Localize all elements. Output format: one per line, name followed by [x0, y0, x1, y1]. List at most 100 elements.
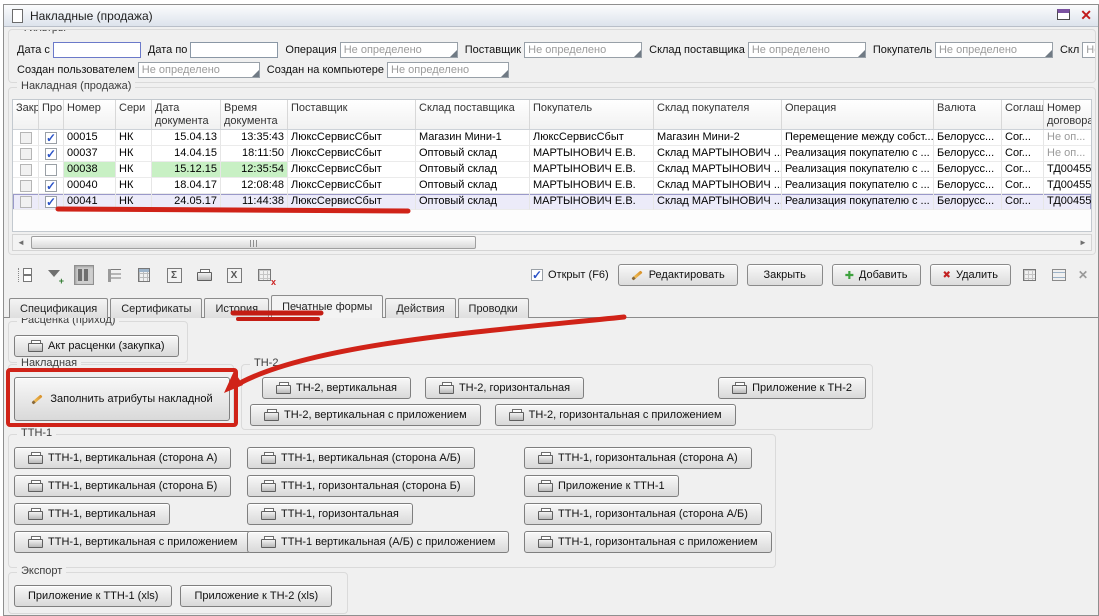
- delete-button[interactable]: ✖Удалить: [930, 264, 1011, 286]
- print-form-button[interactable]: ТТН-1 вертикальная (А/Б) с приложением: [247, 531, 509, 553]
- column-header[interactable]: Склад поставщика: [416, 100, 530, 129]
- combo-field[interactable]: Не определено: [1082, 42, 1096, 58]
- scrollbar-thumb[interactable]: [31, 236, 476, 249]
- date-input[interactable]: [190, 42, 278, 58]
- column-header[interactable]: Валюта: [934, 100, 1002, 129]
- close-button[interactable]: Закрыть: [747, 264, 823, 286]
- posted-checkbox[interactable]: [45, 132, 57, 144]
- details-view-icon[interactable]: [1049, 265, 1069, 285]
- posted-checkbox[interactable]: [45, 148, 57, 160]
- print-form-button[interactable]: ТН-2, вертикальная: [262, 377, 411, 399]
- column-header[interactable]: Покупатель: [530, 100, 654, 129]
- column-header[interactable]: Дата документа: [152, 100, 221, 129]
- column-header[interactable]: Поставщик: [288, 100, 416, 129]
- print-icon[interactable]: [194, 265, 214, 285]
- filter-label: Поставщик: [465, 44, 521, 56]
- closed-checkbox[interactable]: [20, 164, 32, 176]
- tab-certificates[interactable]: Сертификаты: [110, 298, 202, 318]
- invoice-attrs-group-label: Накладная: [17, 357, 81, 369]
- export-excel-icon[interactable]: X: [224, 265, 244, 285]
- combo-field[interactable]: Не определено: [524, 42, 642, 58]
- scroll-right-arrow-icon[interactable]: ►: [1075, 235, 1091, 250]
- column-header[interactable]: Номер договора: [1044, 100, 1092, 129]
- print-form-button[interactable]: ТТН-1, вертикальная (сторона Б): [14, 475, 231, 497]
- restore-button[interactable]: [1057, 7, 1070, 25]
- print-form-button[interactable]: ТН-2, вертикальная с приложением: [250, 404, 481, 426]
- table-row[interactable]: 00038НК15.12.1512:35:54ЛюксСервисСбытОпт…: [13, 162, 1091, 178]
- open-checkbox-wrap[interactable]: Открыт (F6): [531, 269, 609, 281]
- filter-label: Дата с: [17, 44, 50, 56]
- table-row[interactable]: 00015НК15.04.1313:35:43ЛюксСервисСбытМаг…: [13, 130, 1091, 146]
- open-checkbox[interactable]: [531, 269, 543, 281]
- toolbar-buttons: Редактировать Закрыть ✚Добавить ✖Удалить: [618, 264, 1011, 286]
- closed-checkbox[interactable]: [20, 180, 32, 192]
- grid-view-icon[interactable]: [1020, 265, 1040, 285]
- print-form-button[interactable]: ТТН-1, горизонтальная (сторона А): [524, 447, 752, 469]
- combo-field[interactable]: Не определено: [387, 62, 509, 78]
- tab-postings[interactable]: Проводки: [458, 298, 529, 318]
- combo-field[interactable]: Не определено: [935, 42, 1053, 58]
- column-header[interactable]: Склад покупателя: [654, 100, 782, 129]
- edit-button[interactable]: Редактировать: [618, 264, 738, 286]
- combo-field[interactable]: Не определено: [340, 42, 458, 58]
- sum-icon[interactable]: Σ: [164, 265, 184, 285]
- close-button[interactable]: ✕: [1080, 10, 1092, 21]
- combo-field[interactable]: Не определено: [138, 62, 260, 78]
- filter-label: Создан на компьютере: [267, 64, 384, 76]
- remove-table-icon[interactable]: x: [254, 265, 274, 285]
- table-row[interactable]: 00037НК14.04.1518:11:50ЛюксСервисСбытОпт…: [13, 146, 1091, 162]
- print-form-button[interactable]: ТН-2, горизонтальная: [425, 377, 584, 399]
- combo-field[interactable]: Не определено: [748, 42, 866, 58]
- table-cell: Белорусс...: [934, 194, 1002, 210]
- button-label: ТН-2, горизонтальная с приложением: [529, 409, 722, 421]
- column-header[interactable]: Соглаш: [1002, 100, 1044, 129]
- column-header[interactable]: Про: [39, 100, 64, 129]
- closed-checkbox[interactable]: [20, 196, 32, 208]
- horizontal-scrollbar[interactable]: ◄ ►: [12, 234, 1092, 251]
- column-header[interactable]: Закр: [13, 100, 39, 129]
- closed-checkbox[interactable]: [20, 132, 32, 144]
- table-cell: Белорусс...: [934, 146, 1002, 162]
- column-header[interactable]: Время документа: [221, 100, 288, 129]
- print-form-button[interactable]: ТТН-1, горизонтальная (сторона А/Б): [524, 503, 762, 525]
- export-button[interactable]: Приложение к ТН-2 (xls): [180, 585, 332, 607]
- fill-invoice-attributes-button[interactable]: Заполнить атрибуты накладной: [14, 377, 230, 421]
- export-button[interactable]: Приложение к ТТН-1 (xls): [14, 585, 172, 607]
- numbered-list-icon[interactable]: [104, 265, 124, 285]
- print-form-button[interactable]: Приложение к ТН-2: [718, 377, 866, 399]
- add-button[interactable]: ✚Добавить: [832, 264, 921, 286]
- table-row[interactable]: 00041НК24.05.1711:44:38ЛюксСервисСбытОпт…: [13, 194, 1091, 210]
- column-header[interactable]: Номер: [64, 100, 116, 129]
- print-form-button[interactable]: ТТН-1, вертикальная (сторона А/Б): [247, 447, 475, 469]
- calculator-icon[interactable]: [134, 265, 154, 285]
- tab-actions[interactable]: Действия: [385, 298, 455, 318]
- add-filter-icon[interactable]: +: [44, 265, 64, 285]
- act-pricing-button[interactable]: Акт расценки (закупка): [14, 335, 179, 357]
- posted-checkbox[interactable]: [45, 180, 57, 192]
- column-header[interactable]: Операция: [782, 100, 934, 129]
- print-form-button[interactable]: ТТН-1, горизонтальная: [247, 503, 413, 525]
- print-form-button[interactable]: ТТН-1, вертикальная (сторона А): [14, 447, 231, 469]
- posted-checkbox[interactable]: [45, 196, 57, 208]
- closed-checkbox[interactable]: [20, 148, 32, 160]
- posted-checkbox[interactable]: [45, 164, 57, 176]
- close-panel-icon[interactable]: ✕: [1078, 268, 1088, 282]
- print-form-button[interactable]: ТТН-1, вертикальная с приложением: [14, 531, 251, 553]
- columns-icon[interactable]: [74, 265, 94, 285]
- tab-print-forms[interactable]: Печатные формы: [271, 295, 383, 318]
- date-input[interactable]: [53, 42, 141, 58]
- column-header[interactable]: Сери: [116, 100, 152, 129]
- print-form-button[interactable]: Приложение к ТТН-1: [524, 475, 679, 497]
- print-form-button[interactable]: ТТН-1, вертикальная: [14, 503, 170, 525]
- scroll-left-arrow-icon[interactable]: ◄: [13, 235, 29, 250]
- tab-specification[interactable]: Спецификация: [9, 298, 108, 318]
- tab-history[interactable]: История: [204, 298, 269, 318]
- tree-structure-icon[interactable]: [14, 265, 34, 285]
- table-row[interactable]: 00040НК18.04.1712:08:48ЛюксСервисСбытОпт…: [13, 178, 1091, 194]
- print-form-button[interactable]: ТН-2, горизонтальная с приложением: [495, 404, 736, 426]
- print-form-button[interactable]: ТТН-1, горизонтальная (сторона Б): [247, 475, 475, 497]
- print-form-button[interactable]: ТТН-1, горизонтальная с приложением: [524, 531, 772, 553]
- invoice-attrs-buttons: Заполнить атрибуты накладной: [14, 377, 230, 421]
- combo-value: Не определено: [142, 64, 220, 76]
- table-cell: 00038: [64, 162, 116, 178]
